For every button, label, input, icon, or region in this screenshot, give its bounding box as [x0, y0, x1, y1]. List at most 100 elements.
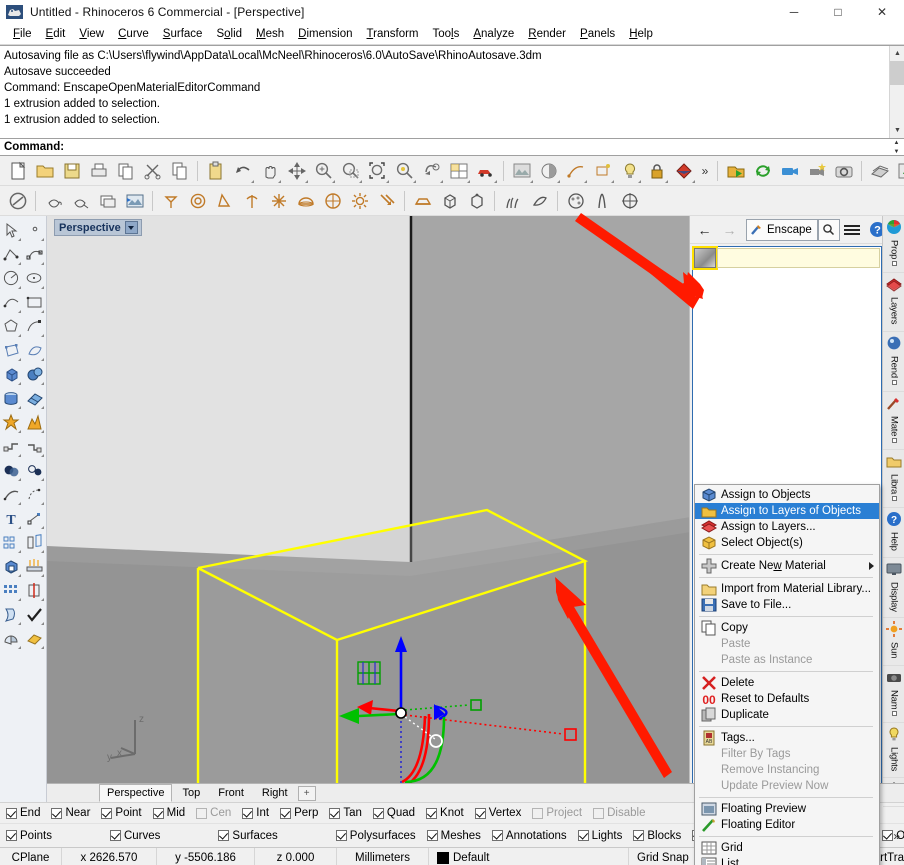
osnap-quad[interactable]: Quad [372, 807, 415, 819]
mirror-icon[interactable] [23, 530, 46, 554]
viewport-title[interactable]: Perspective [54, 219, 142, 236]
menu-surface[interactable]: Surface [156, 25, 210, 44]
pan-hand-icon[interactable] [256, 158, 283, 184]
status-units[interactable]: Millimeters [337, 848, 429, 865]
enscape-start-icon[interactable] [722, 158, 749, 184]
dock-tab-sun[interactable]: Sun [883, 618, 904, 666]
select-all-icon[interactable] [4, 188, 31, 214]
menu-render[interactable]: Render [521, 25, 573, 44]
material-name-field[interactable] [717, 248, 880, 268]
check-mark-icon[interactable] [23, 602, 46, 626]
menu-item-floating-preview[interactable]: Floating Preview [695, 801, 879, 817]
move-gumball-icon[interactable] [283, 158, 310, 184]
image-frame-icon[interactable] [121, 188, 148, 214]
menu-item-grid[interactable]: Grid [695, 840, 879, 856]
boolean-union-icon[interactable] [0, 458, 23, 482]
command-history-scrollbar[interactable]: ▲ ▼ [889, 46, 904, 138]
rectangle-icon[interactable] [23, 290, 46, 314]
curve-pair-icon[interactable] [589, 188, 616, 214]
linear-light-icon[interactable] [238, 188, 265, 214]
render-material-icon[interactable] [0, 626, 23, 650]
menu-item-duplicate[interactable]: Duplicate [695, 707, 879, 723]
box-frame-icon[interactable] [436, 188, 463, 214]
viewport-layout-icon[interactable] [445, 158, 472, 184]
close-button[interactable]: ✕ [860, 0, 904, 24]
ground-plane-icon[interactable] [409, 188, 436, 214]
forward-arrow-icon[interactable]: → [717, 218, 742, 242]
blend-curve-icon[interactable] [23, 482, 46, 506]
unroll-icon[interactable] [0, 602, 23, 626]
dock-tab-display[interactable]: Display [883, 558, 904, 619]
osnap-perp[interactable]: Perp [280, 807, 318, 819]
curve-control-points-icon[interactable] [23, 242, 46, 266]
checkbox[interactable] [6, 830, 17, 841]
menu-transform[interactable]: Transform [360, 25, 426, 44]
zoom-extents-icon[interactable] [364, 158, 391, 184]
grass-icon[interactable] [499, 188, 526, 214]
command-prompt[interactable]: Command: ▲ ▼ [0, 139, 904, 156]
checkbox[interactable] [372, 807, 384, 819]
cut-copy-page-icon[interactable] [112, 158, 139, 184]
enscape-keyframe-icon[interactable] [803, 158, 830, 184]
array-icon[interactable] [0, 530, 23, 554]
checkbox[interactable] [196, 807, 208, 819]
osnap-cen[interactable]: Cen [196, 807, 231, 819]
status-y-coord[interactable]: y -5506.186 [157, 848, 255, 865]
named-position-icon[interactable] [589, 158, 616, 184]
dock-tab-rend[interactable]: Rend [883, 332, 904, 392]
viewport-tab-front[interactable]: Front [210, 784, 252, 802]
grid-array-icon[interactable] [0, 578, 23, 602]
filter-others[interactable]: Others [882, 830, 904, 842]
checkbox[interactable] [577, 830, 589, 841]
box-solid-icon[interactable] [0, 362, 23, 386]
offset-curve-icon[interactable] [0, 482, 23, 506]
new-file-icon[interactable] [4, 158, 31, 184]
enscape-asset-library-icon[interactable] [893, 158, 904, 184]
checkbox[interactable] [426, 830, 438, 841]
filter-polysurfaces[interactable]: Polysurfaces [335, 830, 416, 842]
menu-item-floating-editor[interactable]: Floating Editor [695, 817, 879, 833]
filter-meshes[interactable]: Meshes [426, 830, 481, 842]
menu-item-assign-to-layers[interactable]: Assign to Layers... [695, 519, 879, 535]
cylinder-solid-icon[interactable] [0, 386, 23, 410]
fillet-edge-icon[interactable] [0, 434, 23, 458]
texture-palette-icon[interactable] [562, 188, 589, 214]
zoom-in-icon[interactable] [310, 158, 337, 184]
shade-icon[interactable] [535, 158, 562, 184]
menu-item-save-to-file[interactable]: Save to File... [695, 597, 879, 613]
menu-edit[interactable]: Edit [39, 25, 73, 44]
status-cplane[interactable]: CPlane [0, 848, 62, 865]
dock-tab-nam[interactable]: Nam [883, 666, 904, 724]
menu-dimension[interactable]: Dimension [291, 25, 359, 44]
save-icon[interactable] [58, 158, 85, 184]
back-arrow-icon[interactable]: ← [692, 218, 717, 242]
scroll-thumb[interactable] [890, 61, 904, 85]
minimize-button[interactable]: ─ [772, 0, 816, 24]
box-wire-icon[interactable] [463, 188, 490, 214]
mesh-box-icon[interactable] [0, 554, 23, 578]
drafting-plane-icon[interactable] [23, 626, 46, 650]
checkbox[interactable] [335, 830, 347, 841]
filter-surfaces[interactable]: Surfaces [218, 830, 278, 842]
osnap-mid[interactable]: Mid [152, 807, 185, 819]
boolean-difference-icon[interactable] [23, 458, 46, 482]
checkbox[interactable] [491, 830, 503, 841]
menu-view[interactable]: View [72, 25, 111, 44]
material-icon[interactable] [670, 158, 697, 184]
sphere-light-icon[interactable] [319, 188, 346, 214]
menu-panels[interactable]: Panels [573, 25, 622, 44]
explode-icon[interactable] [23, 410, 46, 434]
menu-analyze[interactable]: Analyze [466, 25, 521, 44]
sub-object-icon[interactable] [23, 578, 46, 602]
osnap-int[interactable]: Int [242, 807, 269, 819]
polygon-icon[interactable] [0, 314, 23, 338]
menu-tools[interactable]: Tools [426, 25, 467, 44]
layer-color-swatch[interactable] [437, 851, 449, 864]
zoom-selected-icon[interactable] [391, 158, 418, 184]
toolbar-overflow-button[interactable]: » [697, 164, 713, 178]
menu-curve[interactable]: Curve [111, 25, 156, 44]
directional-light-icon[interactable] [211, 188, 238, 214]
filter-blocks[interactable]: Blocks [633, 830, 681, 842]
extrude-surface-icon[interactable] [23, 386, 46, 410]
dome-light-icon[interactable] [292, 188, 319, 214]
